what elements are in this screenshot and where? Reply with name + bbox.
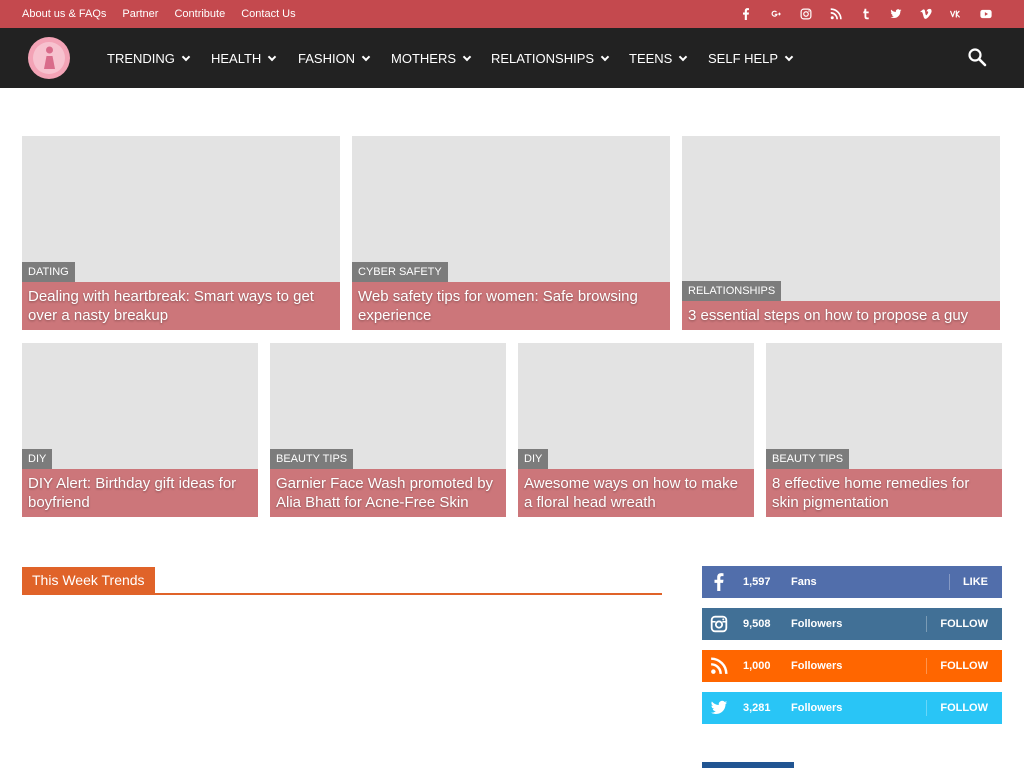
top-bar: About us & FAQs Partner Contribute Conta…: [0, 0, 1024, 28]
category-tag[interactable]: DIY: [22, 449, 53, 469]
top-link-about[interactable]: About us & FAQs: [22, 8, 106, 20]
nav-item-relationships[interactable]: RELATIONSHIPS: [491, 28, 610, 88]
category-row: RELATIONSHIPS: [682, 281, 1000, 301]
counter-label: Followers: [791, 660, 843, 672]
chevron-down-icon: [679, 52, 688, 61]
chevron-down-icon: [361, 52, 371, 61]
follow-button[interactable]: FOLLOW: [926, 650, 1002, 682]
post-meta: DIY DIY Alert: Birthday gift ideas for b…: [22, 449, 258, 517]
category-row: BEAUTY TIPS: [766, 449, 1002, 469]
counter-value: 1,597: [743, 576, 771, 588]
category-tag[interactable]: BEAUTY TIPS: [766, 449, 850, 469]
nav-item-health[interactable]: HEALTH: [211, 28, 277, 88]
post-meta: BEAUTY TIPS Garnier Face Wash promoted b…: [270, 449, 506, 517]
counter-value: 3,281: [743, 702, 771, 714]
nav-item-label: TRENDING: [107, 50, 175, 66]
chevron-down-icon: [600, 52, 610, 61]
counter-label: Fans: [791, 576, 817, 588]
category-tag[interactable]: DIY: [518, 449, 549, 469]
top-link-partner[interactable]: Partner: [122, 8, 158, 20]
post-title[interactable]: 8 effective home remedies for skin pigme…: [766, 469, 1002, 517]
category-tag[interactable]: BEAUTY TIPS: [270, 449, 354, 469]
like-button[interactable]: LIKE: [948, 566, 1002, 598]
rss-icon[interactable]: [821, 0, 851, 28]
post-title[interactable]: Dealing with heartbreak: Smart ways to g…: [22, 282, 340, 330]
category-tag[interactable]: CYBER SAFETY: [352, 262, 448, 282]
nav-item-label: HEALTH: [211, 50, 262, 66]
site-logo[interactable]: [27, 36, 71, 80]
chevron-down-icon: [462, 52, 472, 61]
category-row: CYBER SAFETY: [352, 262, 670, 282]
category-row: DATING: [22, 262, 340, 282]
nav-item-self-help[interactable]: SELF HELP: [708, 28, 794, 88]
twitter-icon[interactable]: [881, 0, 911, 28]
chevron-down-icon: [784, 52, 794, 61]
post-meta: CYBER SAFETY Web safety tips for women: …: [352, 262, 670, 330]
google-plus-icon[interactable]: [761, 0, 791, 28]
youtube-icon[interactable]: [971, 0, 1001, 28]
category-row: DIY: [518, 449, 754, 469]
counter-value: 9,508: [743, 618, 771, 630]
twitter-icon: [710, 699, 728, 717]
featured-post-card[interactable]: CYBER SAFETY Web safety tips for women: …: [352, 136, 670, 330]
counter-label: Followers: [791, 702, 843, 714]
featured-post-card[interactable]: BEAUTY TIPS 8 effective home remedies fo…: [766, 343, 1002, 517]
rss-counter[interactable]: 1,000 Followers FOLLOW: [702, 650, 1002, 682]
facebook-counter[interactable]: 1,597 Fans LIKE: [702, 566, 1002, 598]
chevron-down-icon: [181, 52, 191, 61]
post-title[interactable]: Awesome ways on how to make a floral hea…: [518, 469, 754, 517]
post-meta: BEAUTY TIPS 8 effective home remedies fo…: [766, 449, 1002, 517]
rss-icon: [710, 657, 728, 675]
top-link-contact[interactable]: Contact Us: [241, 8, 295, 20]
featured-post-card[interactable]: DIY DIY Alert: Birthday gift ideas for b…: [22, 343, 258, 517]
featured-post-card[interactable]: BEAUTY TIPS Garnier Face Wash promoted b…: [270, 343, 506, 517]
category-tag[interactable]: DATING: [22, 262, 75, 282]
nav-item-label: TEENS: [629, 50, 673, 66]
sidebar-block-header: [702, 762, 794, 768]
nav-item-label: FASHION: [298, 50, 356, 66]
nav-item-label: MOTHERS: [391, 50, 456, 66]
nav-item-mothers[interactable]: MOTHERS: [391, 28, 472, 88]
featured-post-card[interactable]: RELATIONSHIPS 3 essential steps on how t…: [682, 136, 1000, 330]
instagram-icon[interactable]: [791, 0, 821, 28]
featured-post-card[interactable]: DIY Awesome ways on how to make a floral…: [518, 343, 754, 517]
post-title[interactable]: Garnier Face Wash promoted by Alia Bhatt…: [270, 469, 506, 517]
category-row: DIY: [22, 449, 258, 469]
instagram-counter[interactable]: 9,508 Followers FOLLOW: [702, 608, 1002, 640]
tumblr-icon[interactable]: [851, 0, 881, 28]
post-title[interactable]: Web safety tips for women: Safe browsing…: [352, 282, 670, 330]
instagram-icon: [710, 615, 728, 633]
facebook-icon[interactable]: [731, 0, 761, 28]
top-menu: About us & FAQs Partner Contribute Conta…: [22, 0, 312, 28]
twitter-counter[interactable]: 3,281 Followers FOLLOW: [702, 692, 1002, 724]
main-header: TRENDING HEALTH FASHION MOTHERS RELATION…: [0, 28, 1024, 88]
follow-button[interactable]: FOLLOW: [926, 692, 1002, 724]
counter-label: Followers: [791, 618, 843, 630]
category-row: BEAUTY TIPS: [270, 449, 506, 469]
block-header: This Week Trends: [22, 567, 662, 595]
post-meta: DATING Dealing with heartbreak: Smart wa…: [22, 262, 340, 330]
nav-item-trending[interactable]: TRENDING: [107, 28, 191, 88]
nav-item-label: RELATIONSHIPS: [491, 50, 595, 66]
search-icon[interactable]: [967, 47, 987, 67]
vk-icon[interactable]: [941, 0, 971, 28]
post-title[interactable]: DIY Alert: Birthday gift ideas for boyfr…: [22, 469, 258, 517]
top-social-icons: [731, 0, 1001, 28]
nav-item-teens[interactable]: TEENS: [629, 28, 688, 88]
facebook-icon: [710, 573, 728, 591]
post-title[interactable]: 3 essential steps on how to propose a gu…: [682, 301, 1000, 330]
nav-item-label: SELF HELP: [708, 50, 779, 66]
block-title: This Week Trends: [22, 567, 155, 593]
post-meta: RELATIONSHIPS 3 essential steps on how t…: [682, 281, 1000, 330]
follow-button[interactable]: FOLLOW: [926, 608, 1002, 640]
nav-item-fashion[interactable]: FASHION: [298, 28, 371, 88]
featured-post-card[interactable]: DATING Dealing with heartbreak: Smart wa…: [22, 136, 340, 330]
chevron-down-icon: [268, 52, 277, 61]
category-tag[interactable]: RELATIONSHIPS: [682, 281, 782, 301]
post-meta: DIY Awesome ways on how to make a floral…: [518, 449, 754, 517]
vimeo-icon[interactable]: [911, 0, 941, 28]
counter-value: 1,000: [743, 660, 771, 672]
top-link-contribute[interactable]: Contribute: [174, 8, 225, 20]
